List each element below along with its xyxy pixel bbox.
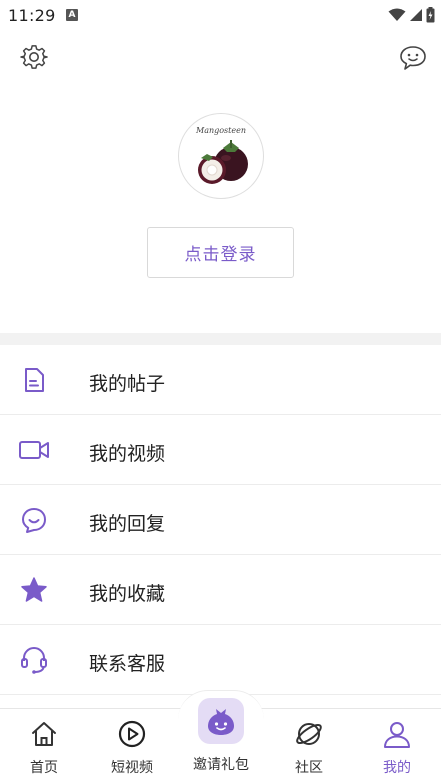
gift-bag-icon <box>198 698 244 744</box>
menu-list: 我的帖子 我的视频 我的回复 我的收藏 联系客服 <box>0 345 441 695</box>
battery-icon <box>426 7 435 23</box>
menu-item-my-replies[interactable]: 我的回复 <box>0 485 441 555</box>
tab-invite-gift[interactable]: 邀请礼包 <box>176 690 266 784</box>
tab-label: 邀请礼包 <box>193 757 249 773</box>
menu-item-label: 我的视频 <box>89 443 166 465</box>
menu-item-label: 联系客服 <box>89 653 166 675</box>
settings-button[interactable] <box>18 42 50 74</box>
menu-item-label: 我的收藏 <box>89 583 166 605</box>
tab-label: 首页 <box>30 760 58 776</box>
menu-item-my-posts[interactable]: 我的帖子 <box>0 345 441 415</box>
tab-label: 短视频 <box>111 760 153 776</box>
section-divider <box>0 333 441 345</box>
document-icon <box>18 364 50 396</box>
tab-home[interactable]: 首页 <box>0 709 88 784</box>
planet-icon <box>294 719 324 749</box>
status-indicators <box>388 6 435 24</box>
play-circle-icon <box>117 719 147 749</box>
menu-item-contact-service[interactable]: 联系客服 <box>0 625 441 695</box>
status-bar: 11:29 A <box>0 0 441 30</box>
video-camera-icon <box>18 434 50 466</box>
menu-item-my-videos[interactable]: 我的视频 <box>0 415 441 485</box>
message-button[interactable] <box>397 42 429 74</box>
menu-item-label: 我的帖子 <box>89 373 166 395</box>
notification-a-icon: A <box>66 9 78 21</box>
menu-item-label: 我的回复 <box>89 513 166 535</box>
gear-icon <box>20 45 48 69</box>
tab-mine[interactable]: 我的 <box>353 709 441 784</box>
headset-icon <box>18 644 50 676</box>
status-time: 11:29 <box>8 6 56 25</box>
avatar[interactable]: Mangosteen <box>178 113 264 199</box>
mangosteen-logo-icon <box>198 140 248 184</box>
home-icon <box>29 719 59 749</box>
reply-bubble-icon <box>18 504 50 536</box>
tab-label: 社区 <box>295 760 323 776</box>
menu-item-my-favorites[interactable]: 我的收藏 <box>0 555 441 625</box>
login-button[interactable]: 点击登录 <box>147 227 294 278</box>
tab-label: 我的 <box>383 760 411 776</box>
signal-icon <box>410 9 422 21</box>
tab-community[interactable]: 社区 <box>265 709 353 784</box>
star-icon <box>18 574 50 606</box>
wifi-icon <box>388 8 406 21</box>
user-icon <box>382 719 412 749</box>
chat-bubble-icon <box>400 46 426 70</box>
tab-short-video[interactable]: 短视频 <box>88 709 176 784</box>
